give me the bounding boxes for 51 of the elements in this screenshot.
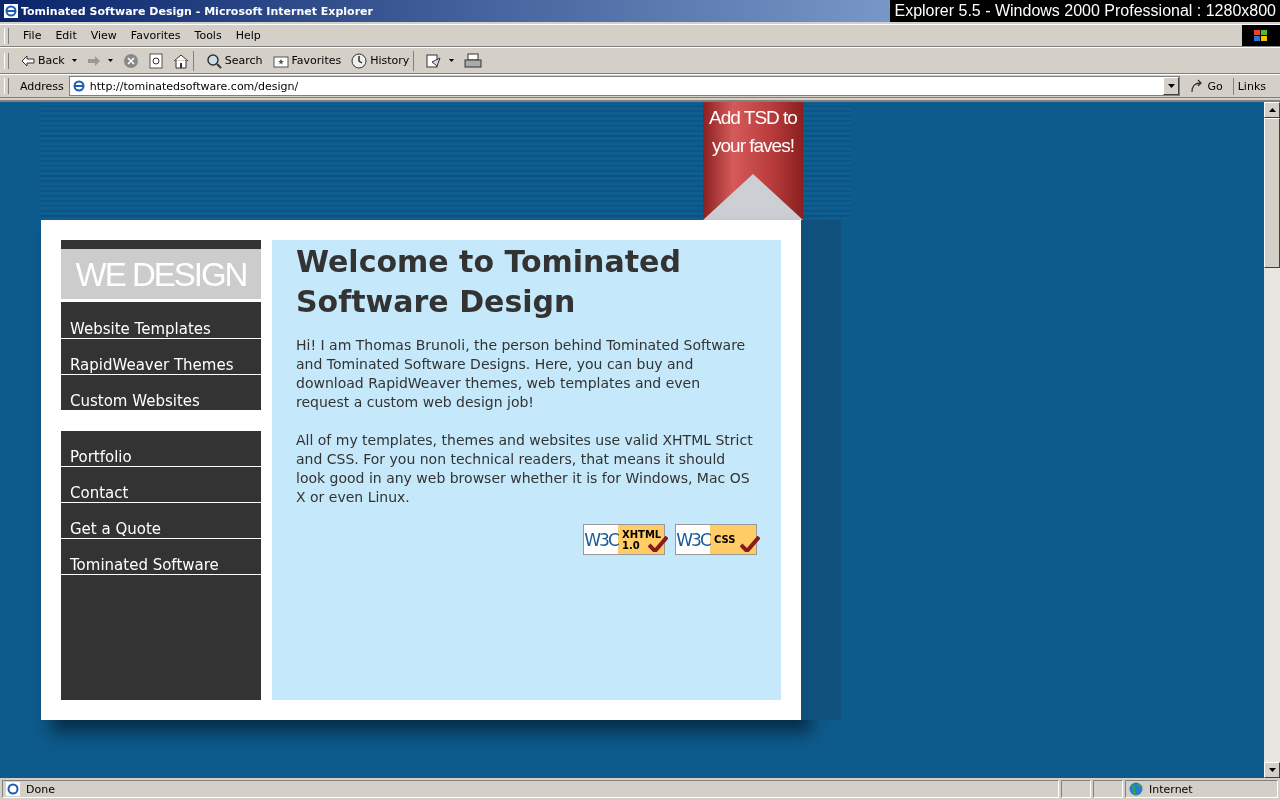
links-button[interactable]: Links xyxy=(1232,77,1280,95)
nav-link[interactable]: RapidWeaver Themes xyxy=(61,339,261,375)
status-text: Done xyxy=(26,782,55,796)
up-arrow-icon xyxy=(1268,108,1276,112)
nav-link[interactable]: Website Templates xyxy=(61,303,261,339)
search-button[interactable]: Search xyxy=(201,50,267,71)
bookmark-ribbon[interactable]: Add TSD to your faves! xyxy=(703,102,803,220)
menu-item[interactable]: File xyxy=(17,29,48,42)
menu-item[interactable]: Favorites xyxy=(124,29,187,42)
nav-link[interactable]: Portfolio xyxy=(61,431,261,467)
nav-link[interactable]: Contact xyxy=(61,467,261,503)
vertical-scrollbar[interactable] xyxy=(1264,102,1280,778)
star-folder-icon xyxy=(272,53,289,68)
house-icon xyxy=(172,52,189,69)
nav-link[interactable]: Tominated Software xyxy=(61,539,261,575)
status-panel xyxy=(1093,780,1123,798)
window-title: Tominated Software Design - Microsoft Internet Explorer xyxy=(21,4,374,18)
caret-icon xyxy=(449,59,455,62)
menu-item[interactable]: Tools xyxy=(188,29,228,42)
menu-item[interactable]: Help xyxy=(229,29,267,42)
browser-e-icon xyxy=(4,4,18,18)
history-button[interactable]: History xyxy=(347,50,415,71)
refresh-icon xyxy=(148,52,163,69)
address-label: Address xyxy=(19,79,65,93)
validator-badge[interactable]: W3C CSS xyxy=(675,524,757,555)
paragraph: All of my templates, themes and websites use valid XHTML Strict and CSS. For you non technical readers, that means it should look good in any web browser whether it is for Windows, Mac OS X or even Linux. xyxy=(296,431,754,507)
scroll-thumb[interactable] xyxy=(1264,118,1280,268)
resolution-caption: Explorer 5.5 - Windows 2000 Professional : 1280x800 xyxy=(890,0,1280,22)
paragraph: Hi! I am Thomas Brunoli, the person behind Tominated Software and Tominated Software Designs. Here, you can buy and download RapidWeaver themes, web templates and even request a custom web design job! xyxy=(296,336,747,412)
mail-icon xyxy=(426,52,443,69)
caret-icon xyxy=(71,59,77,62)
menu-item[interactable]: Edit xyxy=(49,29,83,42)
down-arrow-icon xyxy=(1268,768,1276,772)
back-arrow-icon xyxy=(21,54,35,67)
favorites-button[interactable]: Favorites xyxy=(268,51,346,70)
security-zone: Internet xyxy=(1149,782,1193,796)
address-field[interactable]: http://tominatedsoftware.com/design/ xyxy=(68,76,1181,96)
back-button[interactable]: Back xyxy=(17,52,81,69)
page-heading: Welcome to Tominated Software Design xyxy=(296,243,682,321)
globe-icon xyxy=(1129,782,1143,796)
clock-icon xyxy=(351,52,368,69)
nav-link[interactable]: Get a Quote xyxy=(61,503,261,539)
go-button[interactable]: Go xyxy=(1182,79,1231,93)
caret-icon xyxy=(107,59,113,62)
search-icon xyxy=(205,52,222,69)
printer-icon xyxy=(464,52,483,69)
forward-arrow-icon xyxy=(86,54,101,67)
stop-icon xyxy=(122,52,139,69)
windows-flag-icon xyxy=(1242,25,1280,46)
menu-item[interactable]: View xyxy=(84,29,123,42)
status-panel xyxy=(1061,780,1091,798)
